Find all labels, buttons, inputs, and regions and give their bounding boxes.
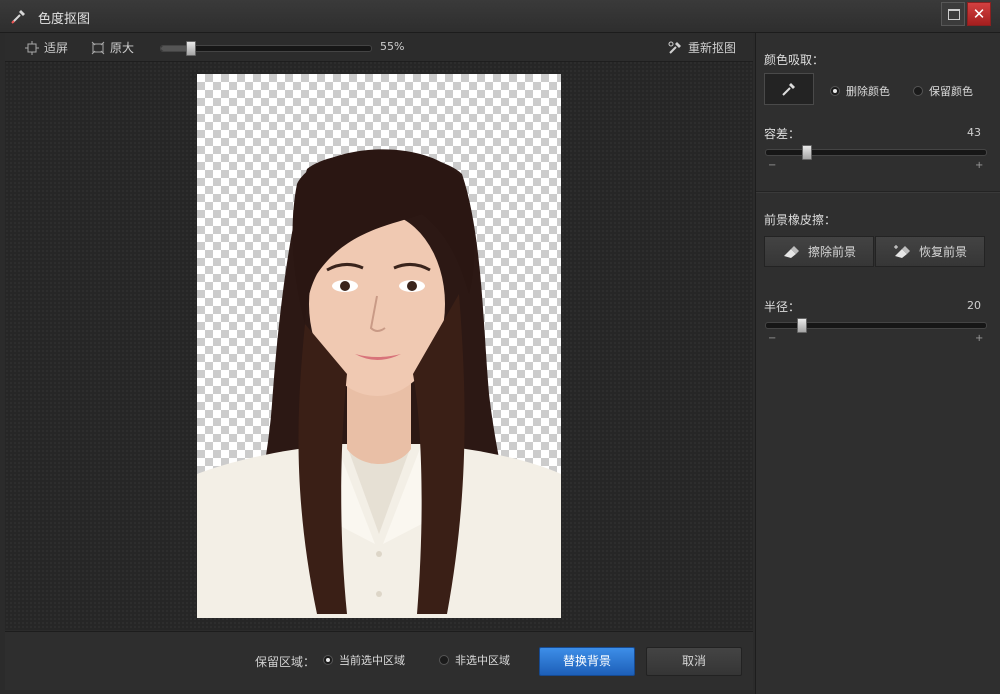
color-picker-button[interactable] <box>764 73 814 105</box>
fit-screen-button[interactable]: 适屏 <box>25 39 68 56</box>
maximize-button[interactable] <box>941 2 965 26</box>
option-label: 当前选中区域 <box>339 654 405 667</box>
cancel-button[interactable]: 取消 <box>646 647 742 676</box>
foreground-eraser-label: 前景橡皮擦： <box>764 213 837 227</box>
tolerance-slider-thumb[interactable] <box>801 145 812 160</box>
erase-foreground-label: 擦除前景 <box>807 245 856 259</box>
eraser-plus-icon <box>893 244 910 258</box>
keep-area-option-selected-region[interactable]: 当前选中区域 <box>323 652 405 668</box>
color-option-delete[interactable]: 删除颜色 <box>830 83 890 99</box>
reset-cutout-icon <box>668 41 681 54</box>
panel-divider <box>756 191 1000 193</box>
close-button[interactable]: ✕ <box>967 2 991 26</box>
tolerance-slider[interactable] <box>765 145 987 160</box>
option-label: 删除颜色 <box>846 85 890 98</box>
radius-minus[interactable]: − <box>768 333 776 344</box>
tolerance-plus[interactable]: + <box>975 160 983 171</box>
color-option-keep[interactable]: 保留颜色 <box>913 83 973 99</box>
title-bar: 色度抠图 ✕ <box>0 0 1000 33</box>
erase-foreground-button[interactable]: 擦除前景 <box>764 236 874 267</box>
actual-size-icon <box>91 41 105 54</box>
actual-size-button[interactable]: 原大 <box>91 39 134 56</box>
radio-selected-icon <box>323 655 333 665</box>
restore-foreground-label: 恢复前景 <box>918 245 967 259</box>
tolerance-label: 容差： <box>764 127 801 141</box>
keep-area-label: 保留区域： <box>255 655 316 669</box>
radius-slider[interactable] <box>765 318 987 333</box>
portrait-image <box>197 149 561 618</box>
zoom-slider-thumb[interactable] <box>186 41 197 56</box>
option-label: 保留颜色 <box>929 85 973 98</box>
bottom-bar: 保留区域： 当前选中区域 非选中区域 替换背景 取消 <box>5 631 753 690</box>
radius-label: 半径： <box>764 300 801 314</box>
maximize-icon <box>948 9 960 20</box>
restore-foreground-button[interactable]: 恢复前景 <box>875 236 985 267</box>
cutout-preview[interactable] <box>197 74 561 618</box>
reset-cutout-label: 重新抠图 <box>688 41 737 55</box>
canvas-toolbar: 适屏 原大 55% 重新抠图 <box>5 33 753 62</box>
keep-area-option-unselected-region[interactable]: 非选中区域 <box>439 652 510 668</box>
color-pick-label: 颜色吸取： <box>764 53 825 67</box>
actual-size-label: 原大 <box>110 41 135 55</box>
fit-screen-label: 适屏 <box>44 41 69 55</box>
zoom-slider[interactable] <box>160 41 372 56</box>
reset-cutout-button[interactable]: 重新抠图 <box>667 39 736 56</box>
replace-background-button[interactable]: 替换背景 <box>539 647 635 676</box>
radius-plus[interactable]: + <box>975 333 983 344</box>
radio-unselected-icon <box>913 86 923 96</box>
option-label: 非选中区域 <box>455 654 510 667</box>
window-title: 色度抠图 <box>38 12 91 27</box>
radio-unselected-icon <box>439 655 449 665</box>
fit-screen-icon <box>25 40 39 55</box>
zoom-value: 55% <box>380 40 405 53</box>
tolerance-value: 43 <box>967 126 981 139</box>
canvas-area: 适屏 原大 55% 重新抠图 <box>5 33 753 630</box>
radius-value: 20 <box>967 299 981 312</box>
eyedropper-icon <box>782 83 795 96</box>
eyedropper-icon <box>11 10 25 24</box>
radio-selected-icon <box>830 86 840 96</box>
radius-slider-thumb[interactable] <box>797 318 808 333</box>
eraser-icon <box>783 245 799 258</box>
tolerance-minus[interactable]: − <box>768 160 776 171</box>
settings-panel: 颜色吸取： 删除颜色 保留颜色 容差： 43 − + 前景橡皮擦： 擦除前景 恢… <box>755 33 1000 694</box>
